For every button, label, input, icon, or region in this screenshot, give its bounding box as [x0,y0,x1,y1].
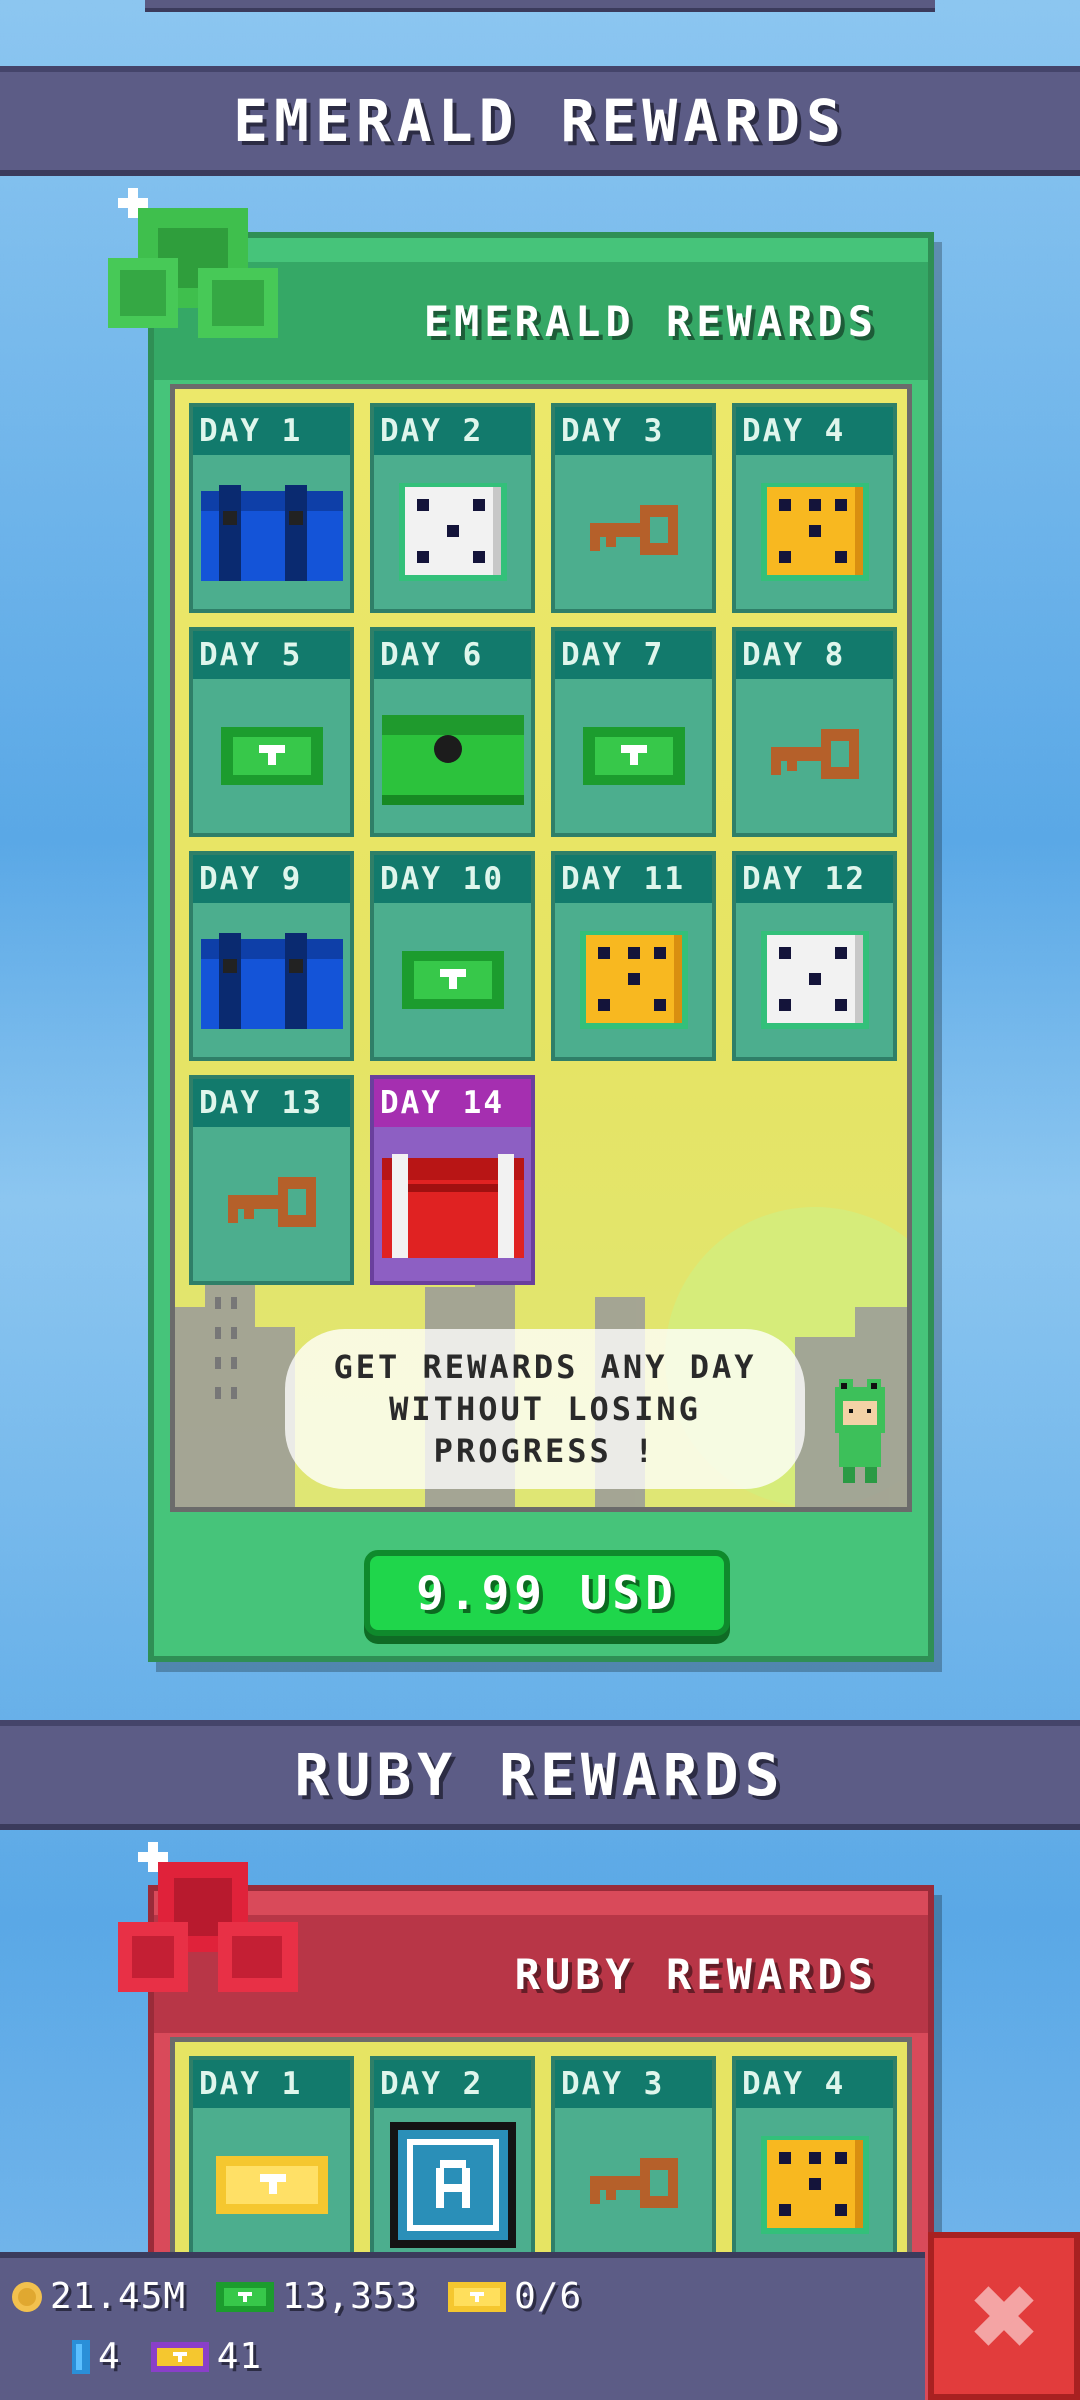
key-icon [555,2108,712,2262]
close-button[interactable] [928,2232,1080,2400]
ruby-section-title: RUBY REWARDS [294,1741,786,1809]
ruby-day-tile-1: DAY 1 [189,2056,354,2266]
info-speech-bubble: GET REWARDS ANY DAY WITHOUT LOSING PROGR… [285,1329,805,1489]
emerald-day-tile-4: DAY 4 [732,403,897,613]
emerald-day-tile-9: DAY 9 [189,851,354,1061]
ruby-section-header: RUBY REWARDS [0,1720,1080,1830]
white-dice-icon [374,455,531,609]
blue-gem-icon [72,2339,90,2374]
day-label: DAY 9 [193,855,350,903]
day-label: DAY 1 [193,407,350,455]
day-label: DAY 7 [555,631,712,679]
cash-icon [193,679,350,833]
day-label: DAY 13 [193,1079,350,1127]
currency-row-1: 21.45M 13,353 0/6 [10,2276,602,2317]
emerald-rewards-panel: EMERALD REWARDS DAY 1 DAY 2 DAY 3 DAY 4 … [148,232,934,1662]
day-label: DAY 12 [736,855,893,903]
emerald-day-tile-8: DAY 8 [732,627,897,837]
gems-value: 4 [98,2336,121,2377]
emerald-day-tile-7: DAY 7 [551,627,716,837]
ruby-day-tile-2: DAY 2 [370,2056,535,2266]
cash-icon [555,679,712,833]
coin-icon [12,2281,42,2312]
emerald-day-tile-11: DAY 11 [551,851,716,1061]
auto-card-icon [374,2108,531,2262]
close-icon [974,2286,1034,2346]
coins-value: 21.45M [50,2276,187,2317]
key-icon [736,679,893,833]
key-icon [555,455,712,609]
emerald-gem-icon [108,188,278,338]
blue-chest-icon [193,455,350,609]
day-label: DAY 10 [374,855,531,903]
day-label: DAY 5 [193,631,350,679]
day-label: DAY 4 [736,2060,893,2108]
day-label: DAY 4 [736,407,893,455]
cash-icon [374,903,531,1057]
day-label: DAY 14 [374,1079,531,1127]
gold-dice-icon [736,2108,893,2262]
ruby-gem-icon [118,1842,298,1992]
white-dice-icon [736,903,893,1057]
ruby-panel-title: RUBY REWARDS [514,1949,878,1999]
day-label: DAY 6 [374,631,531,679]
coins-counter: 21.45M [10,2276,186,2317]
green-chest-icon [374,679,531,833]
blue-chest-icon [193,903,350,1057]
cash-counter: 13,353 [214,2276,418,2317]
cash-value: 13,353 [282,2276,419,2317]
day-label: DAY 3 [555,2060,712,2108]
emerald-section-header: EMERALD REWARDS [0,66,1080,176]
ruby-day-grid: DAY 1 DAY 2 DAY 3 DAY 4 [189,2056,897,2266]
purple-ticket-icon [150,2341,209,2372]
emerald-day-tile-3: DAY 3 [551,403,716,613]
gems-counter: 4 [70,2336,121,2377]
gold-dice-icon [736,455,893,609]
gold-dice-icon [555,903,712,1057]
buy-emerald-button[interactable]: 9.99 USD [364,1550,730,1636]
emerald-day-tile-14: DAY 14 [370,1075,535,1285]
day-label: DAY 2 [374,2060,531,2108]
emerald-day-tile-1: DAY 1 [189,403,354,613]
purple-tickets-counter: 41 [149,2336,262,2377]
currency-row-2: 4 41 [70,2336,282,2377]
emerald-day-tile-2: DAY 2 [370,403,535,613]
emerald-reward-board: DAY 1 DAY 2 DAY 3 DAY 4 DAY 5 DAY 6 DAY 7 DAY 8… [170,384,912,1512]
day-label: DAY 3 [555,407,712,455]
tickets-value: 0/6 [514,2276,583,2317]
ruby-day-tile-4: DAY 4 [732,2056,897,2266]
emerald-day-tile-6: DAY 6 [370,627,535,837]
ruby-day-tile-3: DAY 3 [551,2056,716,2266]
day-label: DAY 1 [193,2060,350,2108]
emerald-section-title: EMERALD REWARDS [233,87,847,155]
currency-bar: 21.45M 13,353 0/6 4 41 [0,2252,925,2400]
tickets-counter: 0/6 [446,2276,582,2317]
emerald-day-tile-12: DAY 12 [732,851,897,1061]
gold-ticket-icon [193,2108,350,2262]
day-label: DAY 2 [374,407,531,455]
day-label: DAY 8 [736,631,893,679]
emerald-day-tile-10: DAY 10 [370,851,535,1061]
cash-icon [216,2281,275,2312]
emerald-panel-title: EMERALD REWARDS [423,296,878,346]
emerald-day-grid: DAY 1 DAY 2 DAY 3 DAY 4 DAY 5 DAY 6 DAY 7 DAY 8… [189,403,897,1285]
previous-section-edge [145,0,935,12]
day-label: DAY 11 [555,855,712,903]
gold-ticket-icon [448,2281,507,2312]
red-chest-icon [374,1127,531,1281]
purple-tickets-value: 41 [216,2336,263,2377]
emerald-day-tile-5: DAY 5 [189,627,354,837]
key-icon [193,1127,350,1281]
emerald-day-tile-13: DAY 13 [189,1075,354,1285]
